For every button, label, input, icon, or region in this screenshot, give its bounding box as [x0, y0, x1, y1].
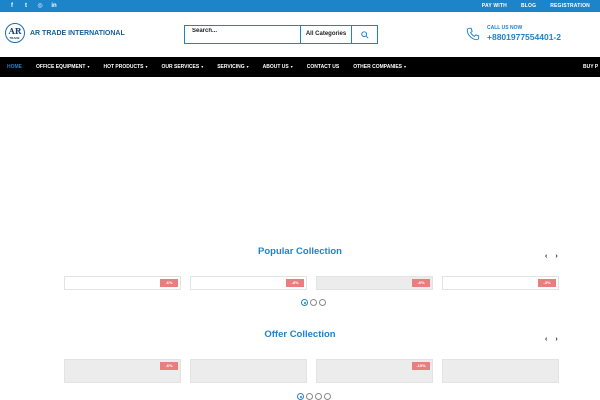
site-header: AR TRADE AR TRADE INTERNATIONAL All Cate…: [0, 12, 600, 57]
carousel-dot[interactable]: [310, 299, 317, 306]
blog-link[interactable]: BLOG: [521, 3, 536, 9]
nav-home[interactable]: HOME: [0, 57, 29, 77]
buy-link[interactable]: BUY P: [583, 57, 598, 77]
popular-carousel-dots: [301, 299, 326, 306]
carousel-dot[interactable]: [319, 299, 326, 306]
offer-carousel-arrows: ‹ ›: [545, 336, 558, 343]
brand-name: AR TRADE INTERNATIONAL: [30, 29, 125, 37]
carousel-dot[interactable]: [324, 393, 331, 400]
popular-collection-title: Popular Collection: [258, 246, 342, 257]
carousel-dot[interactable]: [297, 393, 304, 400]
chevron-down-icon: ▾: [246, 64, 249, 69]
logo-badge: AR TRADE: [5, 23, 25, 43]
search-icon: [360, 30, 369, 39]
discount-badge: -6%: [412, 279, 430, 287]
discount-badge: -15%: [412, 362, 430, 370]
pay-with-link[interactable]: PAY WITH: [482, 3, 507, 9]
product-card[interactable]: [442, 359, 559, 383]
search-bar: All Categories: [184, 25, 378, 44]
instagram-icon[interactable]: ◎: [36, 2, 44, 10]
discount-badge: -6%: [160, 362, 178, 370]
product-card[interactable]: -6%: [316, 276, 433, 290]
chevron-down-icon: ▾: [87, 64, 90, 69]
category-select[interactable]: All Categories: [300, 26, 351, 43]
chevron-left-icon[interactable]: ‹: [545, 336, 547, 343]
product-card[interactable]: [190, 359, 307, 383]
discount-badge: -8%: [286, 279, 304, 287]
popular-carousel-arrows: ‹ ›: [545, 253, 558, 260]
nav-office-equipment[interactable]: OFFICE EQUIPMENT ▾: [29, 57, 96, 77]
chevron-down-icon: ▾: [404, 64, 407, 69]
nav-hot-products[interactable]: HOT PRODUCTS ▾: [96, 57, 154, 77]
logo-sub: TRADE: [9, 36, 20, 40]
main-nav: HOME OFFICE EQUIPMENT ▾ HOT PRODUCTS ▾ OUR…: [0, 57, 600, 77]
call-number[interactable]: +8801977554401-2: [487, 32, 561, 42]
carousel-dot[interactable]: [301, 299, 308, 306]
chevron-down-icon: ▾: [201, 64, 204, 69]
offer-collection-title: Offer Collection: [264, 329, 336, 340]
product-card[interactable]: -15%: [316, 359, 433, 383]
nav-about-us[interactable]: ABOUT US ▾: [256, 57, 300, 77]
facebook-icon[interactable]: f: [8, 2, 16, 10]
registration-link[interactable]: REGISTRATION: [550, 3, 590, 9]
nav-contact-us[interactable]: CONTACT US: [300, 57, 346, 77]
linkedin-icon[interactable]: in: [50, 2, 58, 10]
nav-our-services[interactable]: OUR SERVICES ▾: [154, 57, 210, 77]
carousel-dot[interactable]: [315, 393, 322, 400]
chevron-left-icon[interactable]: ‹: [545, 253, 547, 260]
nav-servicing[interactable]: SERVICING ▾: [210, 57, 255, 77]
chevron-right-icon[interactable]: ›: [555, 253, 557, 260]
chevron-right-icon[interactable]: ›: [555, 336, 557, 343]
phone-icon: [466, 27, 480, 40]
chevron-down-icon: ▾: [145, 64, 148, 69]
chevron-down-icon: ▾: [290, 64, 293, 69]
twitter-icon[interactable]: t: [22, 2, 30, 10]
nav-other-companies[interactable]: OTHER COMPANIES ▾: [346, 57, 413, 77]
top-links: PAY WITH BLOG REGISTRATION: [482, 0, 590, 12]
discount-badge: -3%: [538, 279, 556, 287]
search-button[interactable]: [351, 26, 377, 43]
discount-badge: -6%: [160, 279, 178, 287]
product-card[interactable]: -3%: [442, 276, 559, 290]
product-card[interactable]: -6%: [64, 359, 181, 383]
logo-mark: AR: [8, 26, 22, 36]
product-card[interactable]: -6%: [64, 276, 181, 290]
product-card[interactable]: -8%: [190, 276, 307, 290]
site-logo[interactable]: AR TRADE AR TRADE INTERNATIONAL: [5, 23, 125, 43]
call-us: CALL US NOW +8801977554401-2: [466, 25, 561, 42]
top-bar: f t ◎ in PAY WITH BLOG REGISTRATION: [0, 0, 600, 12]
offer-carousel-dots: [297, 393, 331, 400]
carousel-dot[interactable]: [306, 393, 313, 400]
search-input[interactable]: [185, 26, 300, 43]
call-label: CALL US NOW: [487, 25, 523, 31]
social-links: f t ◎ in: [8, 2, 58, 10]
